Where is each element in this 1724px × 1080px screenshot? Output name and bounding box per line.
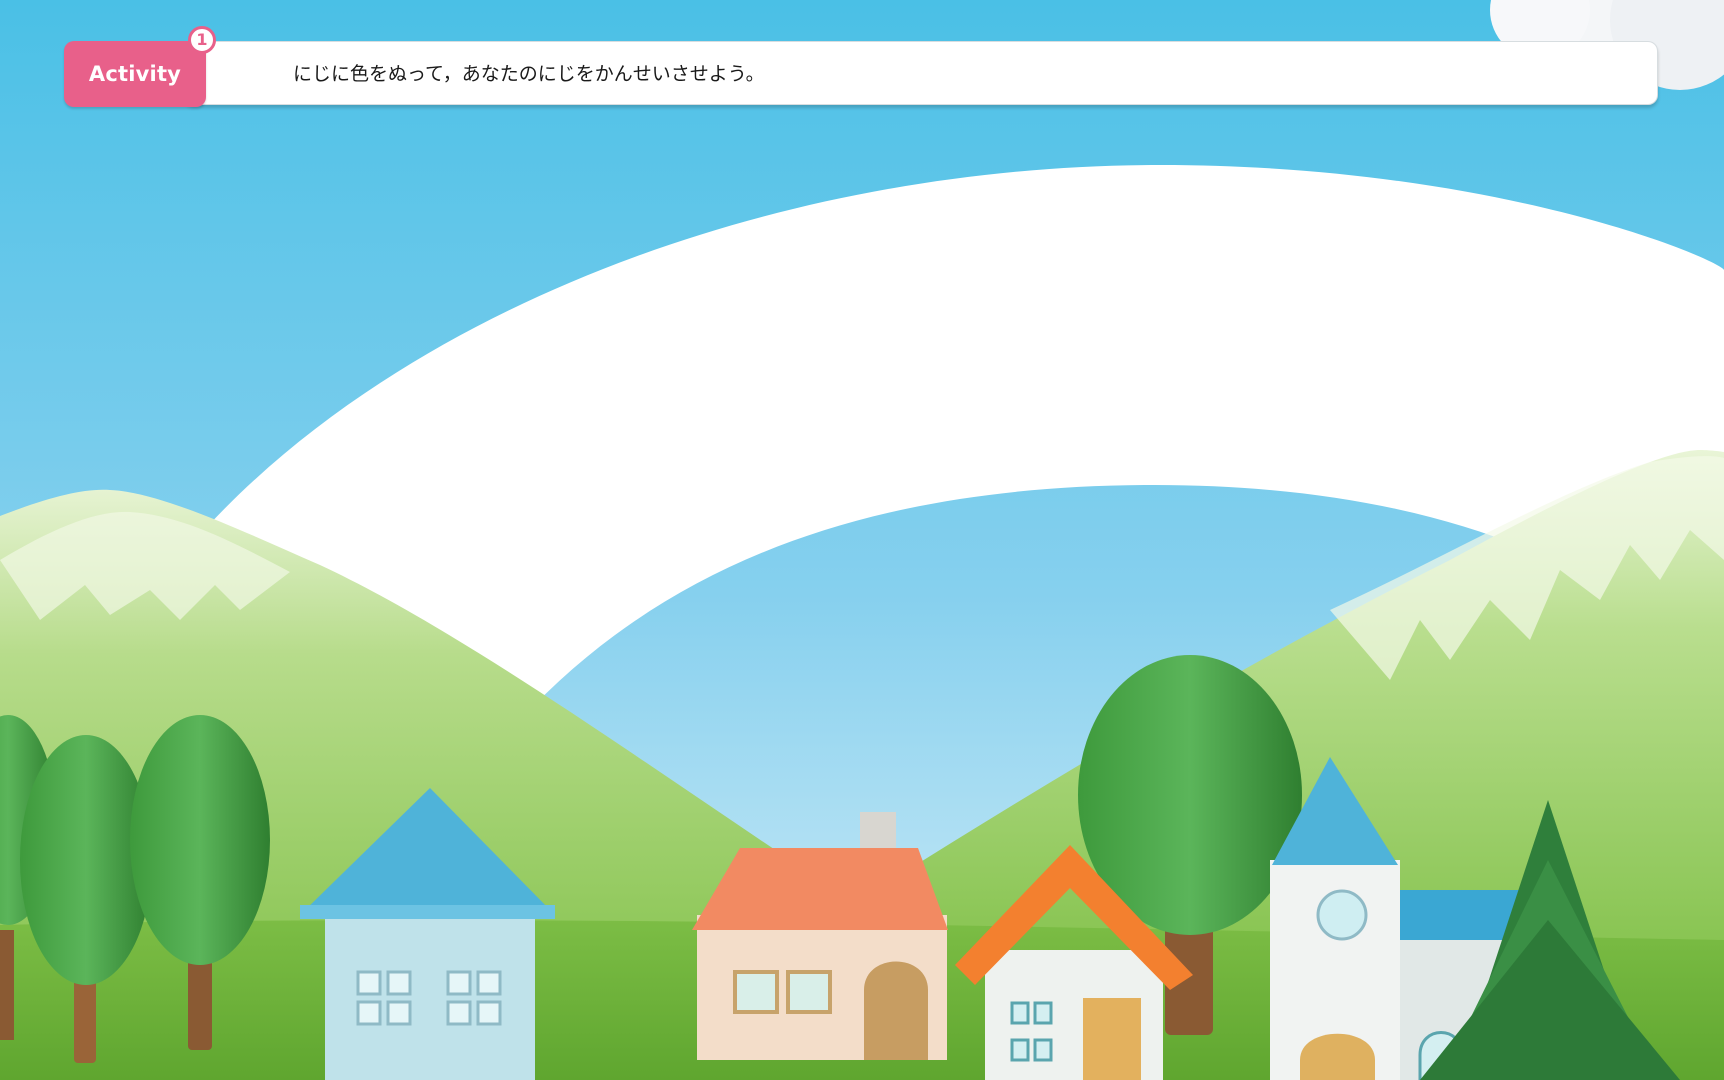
activity-tag: Activity: [64, 41, 206, 107]
instruction-text: にじに色をぬって，あなたのにじをかんせいさせよう。: [293, 63, 765, 85]
instruction-box: にじに色をぬって，あなたのにじをかんせいさせよう。: [184, 41, 1658, 105]
background-scene: [0, 0, 1724, 1080]
activity-header: にじに色をぬって，あなたのにじをかんせいさせよう。 Activity 1: [64, 26, 1658, 107]
activity-number-badge: 1: [188, 26, 216, 54]
